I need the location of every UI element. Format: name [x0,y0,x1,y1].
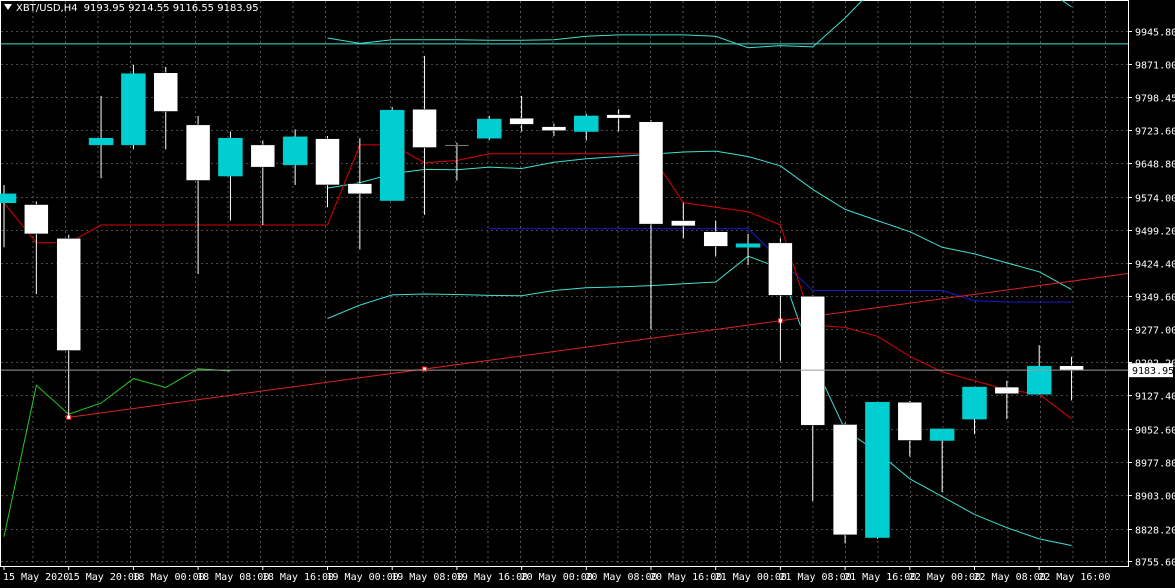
y-tick-label: 9648.80 [1135,160,1175,171]
candle-body [800,295,825,426]
x-tick-label: 21 May 08:00 [779,572,851,583]
candle-body [1059,365,1084,371]
y-tick-label: 8828.20 [1135,526,1175,537]
y-tick-label: 9349.60 [1135,293,1175,304]
candle-body [218,137,243,177]
x-tick-label: 19 May 08:00 [391,572,463,583]
x-tick-label: 21 May 00:00 [715,572,787,583]
x-tick-label: 18 May 16:00 [262,572,334,583]
candle-body [735,243,761,248]
candle-body [897,401,923,441]
candle-body [606,114,631,119]
y-tick-label: 9871.00 [1135,61,1175,72]
y-tick-label: 9499.20 [1135,227,1175,238]
candle-body [509,117,534,125]
y-tick-label: 8755.60 [1135,558,1175,569]
chart-area[interactable]: 9945.80 9871.00 9798.45 9723.60 9648.80 9574.… [0,0,1175,584]
y-tick-label: 9723.60 [1135,127,1175,138]
x-tick-label: 22 May 08:00 [974,572,1046,583]
candle-body [0,193,17,204]
y-tick-label: 9127.40 [1135,392,1175,403]
candle-body [282,136,308,166]
y-tick-label: 9052.60 [1135,426,1175,437]
candle-body [121,73,146,146]
candle-body [153,72,178,112]
candle-body [444,144,470,147]
candle-body [994,386,1020,394]
candle-body [962,386,987,420]
x-tick-label: 22 May 16:00 [1038,572,1110,583]
candle-body [929,428,955,441]
price-chart[interactable]: 9945.80 9871.00 9798.45 9723.60 9648.80 9574.… [0,0,1175,584]
x-tick-label: 19 May 00:00 [327,572,399,583]
y-tick-label: 9424.40 [1135,260,1175,271]
candle-body [88,137,114,146]
x-tick-label: 20 May 08:00 [585,572,657,583]
x-tick-label: 15 May 2020 [3,572,69,583]
candle-body [768,242,793,296]
x-tick-label: 18 May 08:00 [197,572,269,583]
y-tick-label: 9798.45 [1135,94,1175,105]
x-tick-label: 20 May 16:00 [650,572,722,583]
ohlc-values: 9193.95 9214.55 9116.55 9183.95 [83,3,259,14]
bollinger-middle-line [327,150,1072,291]
candle-body [24,204,49,235]
current-price-label: 9183.95 [1132,366,1174,377]
x-tick-label: 21 May 16:00 [844,572,916,583]
x-tick-label: 18 May 00:00 [132,572,204,583]
candle-body [477,118,502,139]
candle-body [379,109,405,201]
candle-body [671,220,696,227]
y-tick-label: 9574.00 [1135,194,1175,205]
candle-body [56,238,81,351]
dropdown-arrow-icon[interactable] [4,4,12,10]
candle-body [832,424,858,536]
candle-body [638,121,664,225]
y-tick-label: 9945.80 [1135,28,1175,39]
candle-body [347,183,373,195]
green-line [3,368,231,537]
bollinger-upper-line [327,0,1072,49]
candle-body [541,126,567,131]
red-trailing-line [3,144,1072,420]
y-tick-label: 9277.00 [1135,326,1175,337]
candle-body [865,401,890,538]
candle-body [315,138,340,186]
x-tick-label: 15 May 20:00 [68,572,140,583]
bollinger-lower-line [327,255,1072,546]
candle-body [185,124,211,181]
candle-body [412,109,437,148]
x-tick-label: 20 May 00:00 [521,572,593,583]
y-tick-label: 8977.80 [1135,459,1175,470]
x-tick-label: 19 May 16:00 [456,572,528,583]
candle-body [574,115,599,132]
candle-body [703,231,728,247]
candle-body [250,144,276,168]
x-tick-label: 22 May 00:00 [909,572,981,583]
symbol-label: XBT/USD,H4 [16,3,78,14]
y-tick-label: 8903.00 [1135,492,1175,503]
chart-header: XBT/USD,H4 9193.95 9214.55 9116.55 9183.9… [4,3,259,14]
